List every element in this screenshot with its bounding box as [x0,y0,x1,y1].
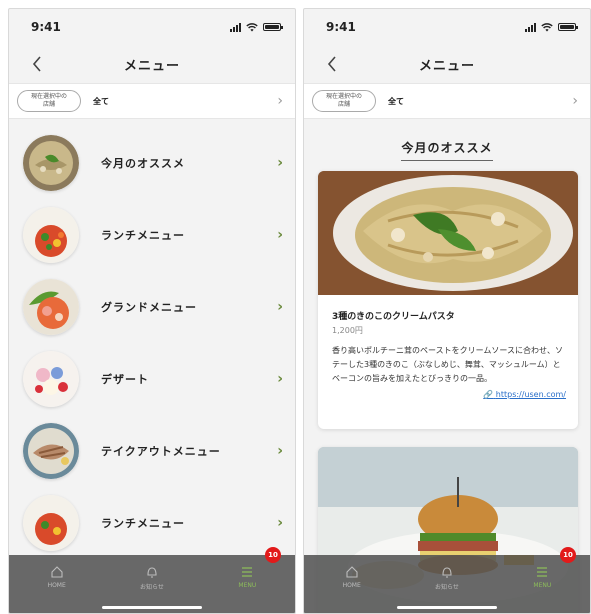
bell-icon [442,567,452,578]
menu-item-monthly-recommend[interactable]: 今月のオススメ › [9,127,295,199]
store-filter-value: 全て [93,96,109,106]
back-button[interactable] [320,52,344,76]
menu-item-label: ランチメニュー [101,229,185,242]
status-time: 9:41 [326,20,356,34]
battery-icon [263,23,283,31]
page-title: メニュー [123,58,180,74]
dish-thumbnail [23,279,79,335]
dish-thumbnail [23,423,79,479]
store-filter[interactable]: 現在選択中の 店舗 全て › [9,83,295,119]
dish-description: 香り高いポルチーニ茸のペーストをクリームソースに合わせ、ソテーした3種のきのこ（… [332,346,563,383]
store-pill-line2: 店舗 [42,101,55,108]
dish-thumbnail [23,351,79,407]
tab-home[interactable]: HOME [9,555,104,613]
wifi-icon [541,23,553,32]
notification-badge: 10 [264,547,281,563]
menu-list-screen: 9:41 メニュー 現在選択中の 店舗 全て › 今月のオススメ › ランチメニ… [8,8,296,614]
tab-bar: HOME お知らせ 10 MENU [304,547,590,613]
chevron-right-icon: › [277,371,283,387]
nav-bar: メニュー [9,45,295,83]
tab-news[interactable]: お知らせ [399,555,494,613]
bell-icon [147,567,157,578]
dish-thumbnail [23,135,79,191]
tab-label: HOME [47,582,66,589]
menu-icon [242,567,253,577]
menu-icon [537,567,548,577]
menu-item-dessert[interactable]: デザート › [9,343,295,415]
tab-label: お知らせ [140,584,164,591]
status-icons [230,22,283,32]
nav-bar: メニュー [304,45,590,83]
tab-news[interactable]: お知らせ [104,555,199,613]
chevron-right-icon: › [277,443,283,459]
signal-icon [230,22,241,32]
signal-icon [525,22,536,32]
store-pill-line1: 現在選択中の [30,93,67,100]
tab-bar: HOME お知らせ 10 MENU [9,547,295,613]
status-bar: 9:41 [9,9,295,45]
store-pill[interactable]: 現在選択中の 店舗 [312,90,376,112]
dish-name: 3種のきのこのクリームパスタ [332,312,455,322]
menu-detail-screen: 9:41 メニュー 現在選択中の 店舗 全て › 今月のオススメ 3種のきのこの… [303,8,591,614]
chevron-left-icon [32,56,41,72]
tab-menu[interactable]: 10 MENU [200,547,295,613]
home-icon [51,566,63,578]
battery-icon [558,23,578,31]
store-filter-value: 全て [388,96,404,106]
back-button[interactable] [25,52,49,76]
tab-label: お知らせ [435,584,459,591]
wifi-icon [246,23,258,32]
dish-link[interactable]: 🔗 https://usen.com/ [332,390,566,399]
menu-item-label: ランチメニュー [101,517,185,530]
status-bar: 9:41 [304,9,590,45]
menu-item-label: テイクアウトメニュー [101,445,221,458]
status-time: 9:41 [31,20,61,34]
tab-home[interactable]: HOME [304,555,399,613]
home-indicator [102,606,202,609]
menu-item-label: 今月のオススメ [101,157,185,170]
chevron-right-icon: › [277,299,283,315]
status-icons [525,22,578,32]
section-heading: 今月のオススメ [304,137,590,161]
store-pill[interactable]: 現在選択中の 店舗 [17,90,81,112]
home-icon [346,566,358,578]
link-icon: 🔗 [483,390,494,399]
menu-item-takeout[interactable]: テイクアウトメニュー › [9,415,295,487]
menu-item-lunch-2[interactable]: ランチメニュー › [9,487,295,559]
store-pill-line2: 店舗 [337,101,350,108]
page-title: メニュー [418,58,475,74]
tab-menu[interactable]: 10 MENU [495,547,590,613]
dish-thumbnail [23,207,79,263]
screen: 9:41 メニュー 現在選択中の 店舗 全て › 今月のオススメ › ランチメニ… [0,0,591,614]
menu-item-grand[interactable]: グランドメニュー › [9,271,295,343]
section-title: 今月のオススメ [401,139,493,161]
dish-link-text: https://usen.com/ [495,390,566,399]
home-indicator [397,606,497,609]
dish-card[interactable]: 3種のきのこのクリームパスタ 1,200円 香り高いポルチーニ茸のペーストをクリ… [318,171,578,429]
chevron-right-icon: › [277,515,283,531]
chevron-right-icon: › [277,155,283,171]
dish-price: 1,200円 [332,326,363,335]
tab-label: MENU [533,582,552,589]
chevron-right-icon: › [277,93,283,109]
menu-item-label: グランドメニュー [101,301,197,314]
store-filter[interactable]: 現在選択中の 店舗 全て › [304,83,590,119]
tab-label: HOME [342,582,361,589]
menu-category-list: 今月のオススメ › ランチメニュー › グランドメニュー › デザート › テイ… [9,127,295,559]
notification-badge: 10 [559,547,576,563]
chevron-right-icon: › [572,93,578,109]
menu-item-lunch[interactable]: ランチメニュー › [9,199,295,271]
dish-thumbnail [23,495,79,551]
menu-item-label: デザート [101,373,149,386]
chevron-right-icon: › [277,227,283,243]
dish-image [318,171,578,295]
tab-label: MENU [238,582,257,589]
chevron-left-icon [327,56,336,72]
store-pill-line1: 現在選択中の [325,93,362,100]
